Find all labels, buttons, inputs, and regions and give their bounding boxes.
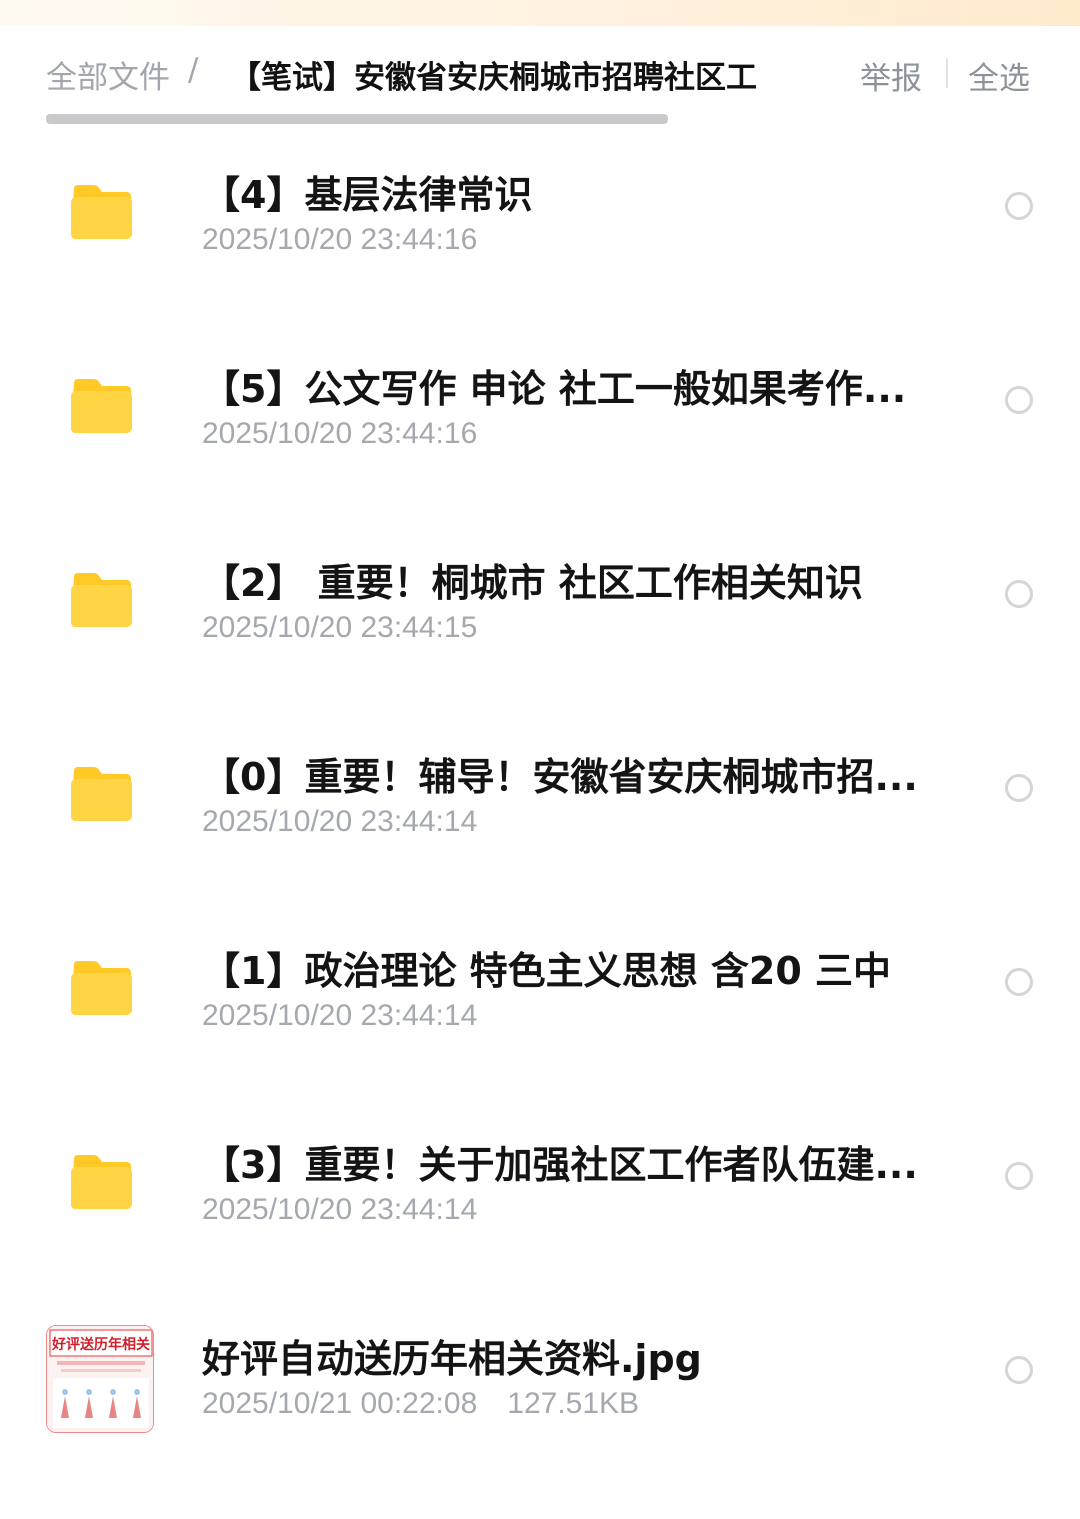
file-name: 【5】公文写作 申论 社工一般如果考作... <box>202 367 907 411</box>
file-list-item[interactable]: 【5】公文写作 申论 社工一般如果考作... 2025/10/20 23:44:… <box>0 311 1080 505</box>
image-thumbnail: 好评送历年相关 <box>46 1325 154 1433</box>
file-name: 【2】 重要！桐城市 社区工作相关知识 <box>202 561 863 605</box>
header-divider <box>946 58 948 88</box>
select-radio[interactable] <box>1005 968 1033 996</box>
file-size: 127.51KB <box>507 1387 640 1420</box>
folder-icon <box>71 1155 132 1209</box>
folder-icon <box>71 573 132 627</box>
file-modified-time: 2025/10/20 23:44:14 <box>202 805 478 838</box>
select-radio[interactable] <box>1005 386 1033 414</box>
file-modified-time: 2025/10/21 00:22:08 <box>202 1387 478 1420</box>
file-modified-time: 2025/10/20 23:44:16 <box>202 223 478 256</box>
file-list-item[interactable]: 【3】重要！关于加强社区工作者队伍建... 2025/10/20 23:44:1… <box>0 1087 1080 1281</box>
file-list-item[interactable]: 【4】基层法律常识 2025/10/20 23:44:16 <box>0 117 1080 311</box>
file-name: 好评自动送历年相关资料.jpg <box>202 1337 702 1381</box>
image-thumbnail-art: 好评送历年相关 <box>47 1326 153 1432</box>
select-radio[interactable] <box>1005 580 1033 608</box>
file-modified-time: 2025/10/20 23:44:15 <box>202 611 478 644</box>
folder-icon <box>71 185 132 239</box>
breadcrumb-separator: / <box>188 52 199 88</box>
file-list-item[interactable]: 【2】 重要！桐城市 社区工作相关知识 2025/10/20 23:44:15 <box>0 505 1080 699</box>
file-meta: 2025/10/21 00:22:08 127.51KB <box>202 1387 639 1421</box>
folder-icon <box>71 767 132 821</box>
select-radio[interactable] <box>1005 192 1033 220</box>
file-name: 【3】重要！关于加强社区工作者队伍建... <box>202 1143 918 1187</box>
file-name: 【1】政治理论 特色主义思想 含20 三中 <box>202 949 892 993</box>
breadcrumb-current-folder: 【笔试】安徽省安庆桐城市招聘社区工 <box>230 60 757 96</box>
file-name: 【0】重要！辅导！安徽省安庆桐城市招... <box>202 755 918 799</box>
select-radio[interactable] <box>1005 1356 1033 1384</box>
file-modified-time: 2025/10/20 23:44:16 <box>202 417 478 450</box>
folder-icon <box>71 961 132 1015</box>
breadcrumb-header: 全部文件 / 【笔试】安徽省安庆桐城市招聘社区工 举报 全选 <box>0 26 1080 126</box>
folder-icon <box>71 379 132 433</box>
status-bar-area <box>0 0 1080 26</box>
thumbnail-caption: 好评送历年相关 <box>51 1336 150 1353</box>
select-radio[interactable] <box>1005 1162 1033 1190</box>
file-modified-time: 2025/10/20 23:44:14 <box>202 999 478 1032</box>
file-modified-time: 2025/10/20 23:44:14 <box>202 1193 478 1226</box>
select-all-button[interactable]: 全选 <box>968 53 1030 98</box>
file-name: 【4】基层法律常识 <box>202 173 533 217</box>
report-button[interactable]: 举报 <box>860 53 922 98</box>
select-radio[interactable] <box>1005 774 1033 802</box>
file-list-item[interactable]: 【0】重要！辅导！安徽省安庆桐城市招... 2025/10/20 23:44:1… <box>0 699 1080 893</box>
breadcrumb-root[interactable]: 全部文件 <box>46 52 170 97</box>
file-list-item[interactable]: 好评送历年相关 好评自动送历年相关资料.jpg 2025/10/21 00:22… <box>0 1281 1080 1475</box>
file-list-item[interactable]: 【1】政治理论 特色主义思想 含20 三中 2025/10/20 23:44:1… <box>0 893 1080 1087</box>
